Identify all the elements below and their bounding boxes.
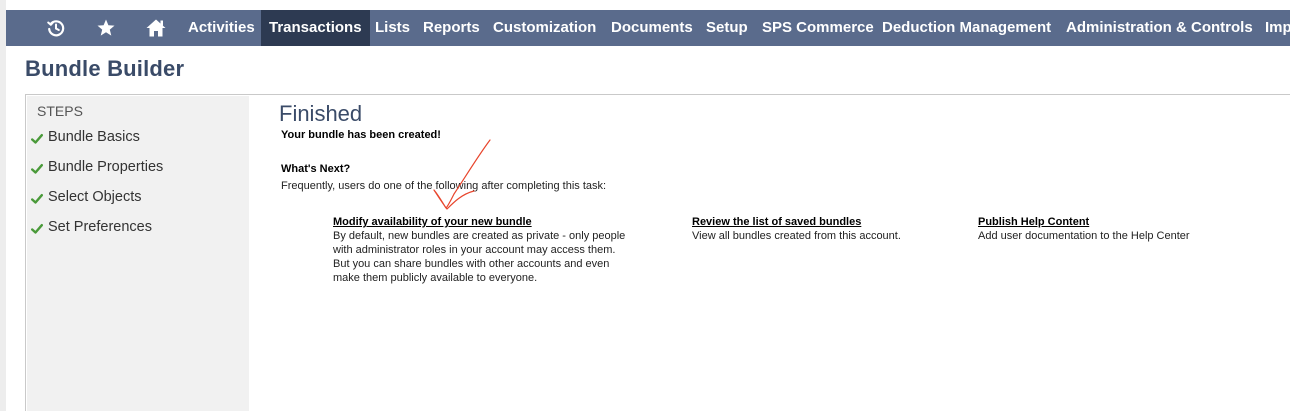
next-option-publish-help: Publish Help Content Add user documentat… [978,216,1190,243]
step-label: Set Preferences [48,219,152,235]
nav-deduction-management[interactable]: Deduction Management [882,10,1051,46]
nav-customization[interactable]: Customization [493,10,596,46]
step-label: Select Objects [48,189,142,205]
check-icon [31,193,43,204]
nav-imp-truncated[interactable]: Imp [1265,10,1290,46]
steps-heading: STEPS [37,103,83,119]
option-desc-line: make them publicly available to everyone… [333,272,538,284]
created-message: Your bundle has been created! [281,129,441,141]
nav-transactions[interactable]: Transactions [261,10,370,46]
left-gutter [0,0,6,411]
nav-administration-controls[interactable]: Administration & Controls [1066,10,1253,46]
steps-panel: STEPS Bundle Basics Bundle Properties Se… [27,96,249,411]
option-desc-line: with administrator roles in your account… [333,244,616,256]
nav-sps-commerce[interactable]: SPS Commerce [762,10,874,46]
bundle-builder-frame: STEPS Bundle Basics Bundle Properties Se… [25,94,1290,411]
nav-reports[interactable]: Reports [423,10,480,46]
option-desc-line: But you can share bundles with other acc… [333,258,610,270]
home-icon[interactable] [143,10,169,46]
option-desc-line: Add user documentation to the Help Cente… [978,230,1190,242]
option-desc-line: View all bundles created from this accou… [692,230,901,242]
review-saved-bundles-link[interactable]: Review the list of saved bundles [692,216,901,228]
option-desc-line: By default, new bundles are created as p… [333,230,626,242]
check-icon [31,223,43,234]
nav-setup[interactable]: Setup [706,10,748,46]
finished-title: Finished [279,101,363,126]
recent-icon[interactable] [44,10,68,46]
step-label: Bundle Basics [48,129,140,145]
nav-documents[interactable]: Documents [611,10,693,46]
whats-next-description: Frequently, users do one of the followin… [281,180,607,192]
check-icon [31,163,43,174]
step-bundle-basics[interactable]: Bundle Basics [31,127,140,147]
modify-availability-link[interactable]: Modify availability of your new bundle [333,216,625,228]
top-navigation-bar: Activities Transactions Lists Reports Cu… [6,10,1290,46]
check-icon [31,133,43,144]
next-option-review-bundles: Review the list of saved bundles View al… [692,216,901,243]
nav-lists[interactable]: Lists [375,10,410,46]
step-bundle-properties[interactable]: Bundle Properties [31,157,163,177]
star-icon[interactable] [94,10,118,46]
step-set-preferences[interactable]: Set Preferences [31,217,152,237]
page-title: Bundle Builder [25,56,185,81]
nav-activities[interactable]: Activities [188,10,255,46]
step-select-objects[interactable]: Select Objects [31,187,142,207]
next-option-modify-availability: Modify availability of your new bundle B… [333,216,625,285]
whats-next-heading: What's Next? [281,163,351,175]
step-label: Bundle Properties [48,159,164,175]
publish-help-content-link[interactable]: Publish Help Content [978,216,1190,228]
